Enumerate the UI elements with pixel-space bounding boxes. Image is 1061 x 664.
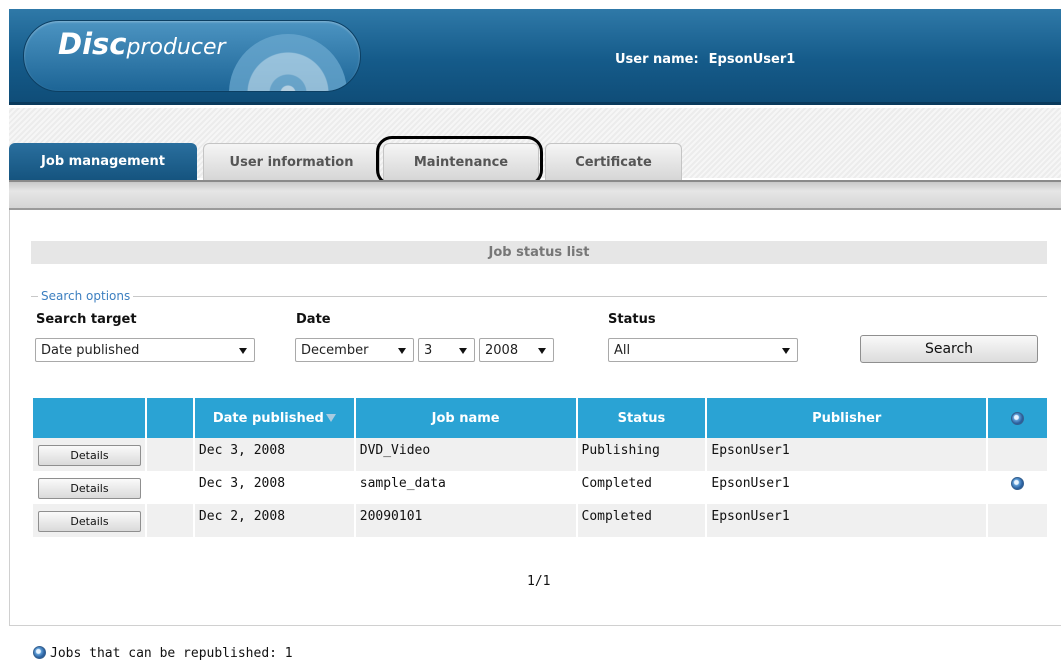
search-target-label: Search target (36, 312, 137, 327)
table-header-row: Date published Job name Status Publisher (33, 398, 1047, 438)
page-indicator: 1/1 (527, 574, 551, 589)
republish-icon (33, 646, 46, 659)
republish-cell (987, 471, 1047, 504)
republishable-jobs-note: Jobs that can be republished: 1 (33, 646, 293, 661)
column-header-select (146, 398, 195, 438)
tab-bar-divider (9, 180, 1061, 210)
republish-cell (987, 504, 1047, 537)
column-header-republish (987, 398, 1047, 438)
table-row: Details Dec 2, 2008 20090101 Completed E… (33, 504, 1047, 537)
status-label: Status (608, 312, 656, 327)
job-status-table: Date published Job name Status Publisher… (33, 398, 1047, 537)
status-select[interactable]: All (608, 338, 798, 362)
column-header-details (33, 398, 147, 438)
date-published-cell: Dec 3, 2008 (193, 438, 356, 471)
year-select[interactable]: 2008 (479, 338, 554, 362)
job-status-list-title: Job status list (31, 241, 1047, 264)
publisher-cell: EpsonUser1 (706, 438, 989, 471)
empty-cell (146, 471, 195, 504)
republish-icon (1011, 411, 1025, 425)
chevron-down-icon (239, 348, 247, 354)
details-cell: Details (33, 438, 147, 471)
date-published-cell: Dec 3, 2008 (193, 471, 356, 504)
status-cell: Completed (576, 471, 708, 504)
search-options-legend: Search options (38, 289, 134, 303)
status-cell: Completed (576, 504, 708, 537)
republishable-jobs-text: Jobs that can be republished: 1 (50, 646, 293, 661)
disc-producer-logo: Discproducer (23, 20, 361, 92)
day-value: 3 (424, 342, 433, 358)
date-label: Date (296, 312, 331, 327)
status-cell: Publishing (576, 438, 708, 471)
details-cell: Details (33, 471, 147, 504)
republish-icon[interactable] (1011, 477, 1025, 490)
chevron-down-icon (398, 348, 406, 354)
logo-disc-text: Disc (58, 27, 127, 61)
details-button[interactable]: Details (38, 445, 141, 466)
search-target-select[interactable]: Date published (35, 338, 255, 362)
details-button[interactable]: Details (38, 511, 141, 532)
tab-user-information[interactable]: User information (203, 143, 380, 180)
details-button[interactable]: Details (38, 478, 141, 499)
day-select[interactable]: 3 (418, 338, 475, 362)
user-name-label: User name: (615, 52, 699, 67)
search-target-value: Date published (41, 342, 140, 358)
month-select[interactable]: December (295, 338, 414, 362)
job-name-cell: sample_data (354, 471, 578, 504)
table-row: Details Dec 3, 2008 sample_data Complete… (33, 471, 1047, 504)
job-name-cell: DVD_Video (354, 438, 578, 471)
search-button[interactable]: Search (860, 335, 1038, 363)
job-name-cell: 20090101 (354, 504, 578, 537)
tab-job-management[interactable]: Job management (9, 143, 197, 180)
details-cell: Details (33, 504, 147, 537)
year-value: 2008 (485, 342, 519, 358)
disc-graphic-icon (229, 34, 347, 91)
publisher-cell: EpsonUser1 (706, 504, 989, 537)
column-header-job-name[interactable]: Job name (354, 398, 578, 438)
date-published-cell: Dec 2, 2008 (193, 504, 356, 537)
column-header-status[interactable]: Status (576, 398, 708, 438)
publisher-cell: EpsonUser1 (706, 471, 989, 504)
date-published-header-label: Date published (212, 410, 324, 426)
maintenance-highlight-outline (376, 136, 543, 186)
tab-certificate[interactable]: Certificate (545, 143, 682, 180)
chevron-down-icon (459, 348, 467, 354)
user-name-value: EpsonUser1 (708, 52, 796, 67)
chevron-down-icon (782, 348, 790, 354)
user-info: User name: EpsonUser1 (615, 52, 795, 67)
chevron-down-icon (538, 348, 546, 354)
column-header-date-published[interactable]: Date published (193, 398, 356, 438)
status-value: All (614, 342, 631, 358)
month-value: December (301, 342, 369, 358)
column-header-publisher[interactable]: Publisher (706, 398, 989, 438)
republish-cell (987, 438, 1047, 471)
empty-cell (146, 438, 195, 471)
table-row: Details Dec 3, 2008 DVD_Video Publishing… (33, 438, 1047, 471)
empty-cell (146, 504, 195, 537)
sort-descending-icon (325, 414, 336, 422)
app-header: Discproducer User name: EpsonUser1 (9, 9, 1061, 105)
logo-producer-text: producer (126, 35, 226, 60)
logo-text: Discproducer (58, 27, 226, 61)
